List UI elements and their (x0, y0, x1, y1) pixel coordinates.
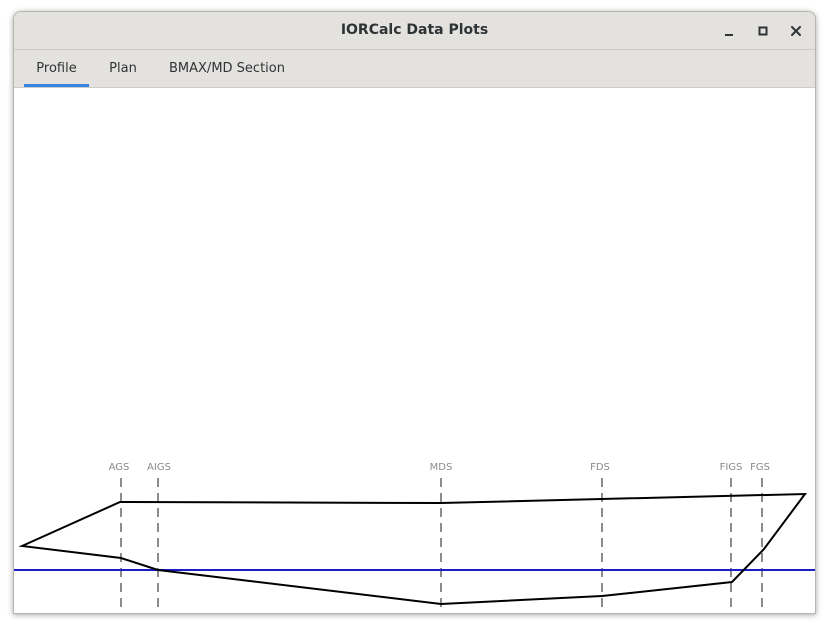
tab-plan[interactable]: Plan (99, 50, 147, 87)
station-label-fgs: FGS (750, 462, 770, 473)
profile-plot-area: AGS AIGS MDS FDS FIGS FGS (14, 88, 815, 613)
active-tab-indicator (24, 84, 89, 87)
profile-plot: AGS AIGS MDS FDS FIGS FGS (14, 462, 815, 613)
tab-profile-label: Profile (36, 61, 77, 76)
station-label-ags: AGS (109, 462, 130, 473)
station-label-fds: FDS (590, 462, 610, 473)
app-window: IORCalc Data Plots Profile Plan BMAX/MD … (13, 11, 816, 614)
hull-profile-outline (18, 492, 808, 606)
window-title: IORCalc Data Plots (340, 22, 489, 38)
tab-bmax-md-section-label: BMAX/MD Section (169, 61, 285, 76)
tab-bar: Profile Plan BMAX/MD Section (14, 50, 815, 88)
minimize-button[interactable] (718, 20, 740, 42)
station-label-figs: FIGS (720, 462, 743, 473)
minimize-icon (725, 34, 733, 36)
tab-profile[interactable]: Profile (24, 50, 89, 87)
station-label-mds: MDS (430, 462, 453, 473)
maximize-icon (758, 26, 768, 36)
station-label-aigs: AIGS (147, 462, 171, 473)
maximize-button[interactable] (752, 20, 774, 42)
tab-plan-label: Plan (109, 61, 137, 76)
tab-bmax-md-section[interactable]: BMAX/MD Section (160, 50, 294, 87)
title-bar[interactable]: IORCalc Data Plots (14, 12, 815, 50)
close-icon (791, 26, 801, 36)
close-button[interactable] (785, 20, 807, 42)
